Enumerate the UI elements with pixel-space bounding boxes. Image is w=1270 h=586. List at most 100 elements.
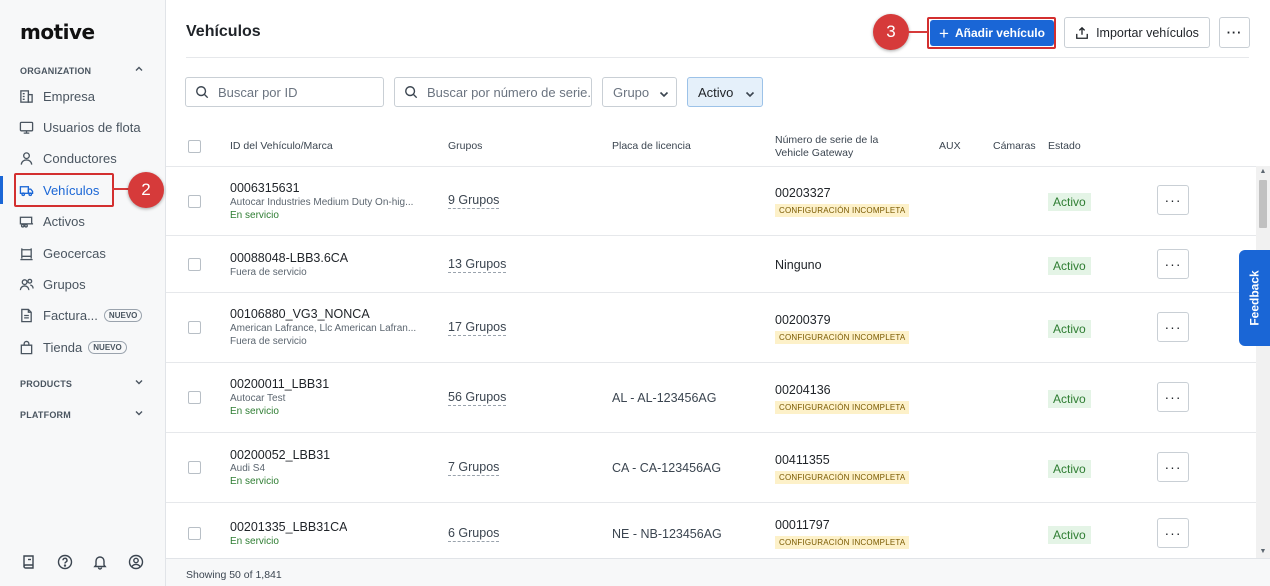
sidebar: motive ORGANIZATION Empresa Usuarios de … — [0, 0, 166, 586]
service-status: En servicio — [230, 476, 279, 487]
groups-link[interactable]: 9 Grupos — [448, 193, 500, 209]
config-warning-badge: CONFIGURACIÓN INCOMPLETA — [775, 204, 910, 217]
row-more-button[interactable]: ··· — [1157, 518, 1189, 548]
sidebar-item-geocercas[interactable]: Geocercas — [16, 240, 150, 266]
person-icon — [18, 150, 34, 166]
column-header-groups[interactable]: Grupos — [448, 140, 482, 153]
row-checkbox[interactable] — [188, 195, 201, 208]
scroll-thumb[interactable] — [1259, 180, 1267, 228]
sidebar-item-grupos[interactable]: Grupos — [16, 271, 150, 297]
vehicle-id[interactable]: 0006315631 — [230, 181, 300, 195]
chevron-down-icon[interactable] — [134, 408, 144, 418]
user-circle-icon[interactable] — [128, 554, 144, 570]
row-more-button[interactable]: ··· — [1157, 452, 1189, 482]
vehicle-make: American Lafrance, Llc American Lafran..… — [230, 323, 417, 334]
monitor-icon — [18, 119, 34, 135]
feedback-tab[interactable]: Feedback — [1239, 250, 1270, 346]
row-checkbox[interactable] — [188, 391, 201, 404]
header-divider — [186, 57, 1249, 58]
row-more-button[interactable]: ··· — [1157, 185, 1189, 215]
search-id-placeholder: Buscar por ID — [218, 84, 298, 100]
vehicle-id[interactable]: 00201335_LBB31CA — [230, 520, 347, 534]
search-serial-placeholder: Buscar por número de serie... — [427, 84, 592, 100]
annotation-step-2: 2 — [128, 172, 164, 208]
status-select[interactable]: Activo — [687, 77, 763, 107]
sidebar-item-activos[interactable]: Activos — [16, 208, 150, 234]
import-vehicles-button[interactable]: Importar vehículos — [1064, 17, 1210, 48]
bell-icon[interactable] — [92, 554, 108, 570]
gateway-serial: 00203327 — [775, 186, 831, 200]
table-footer: Showing 50 of 1,841 — [166, 558, 1270, 586]
trailer-icon — [18, 213, 34, 229]
row-divider — [166, 235, 1256, 236]
groups-link[interactable]: 7 Grupos — [448, 460, 500, 476]
sidebar-item-label: Usuarios de flota — [43, 119, 141, 135]
row-divider — [166, 362, 1256, 363]
row-checkbox[interactable] — [188, 461, 201, 474]
row-more-button[interactable]: ··· — [1157, 312, 1189, 342]
chevron-down-icon[interactable] — [134, 377, 144, 387]
sidebar-item-tienda[interactable]: Tienda NUEVO — [16, 334, 150, 360]
motive-logo[interactable]: motive — [20, 20, 95, 44]
row-checkbox[interactable] — [188, 527, 201, 540]
row-divider — [166, 292, 1256, 293]
groups-link[interactable]: 17 Grupos — [448, 320, 507, 336]
sidebar-item-empresa[interactable]: Empresa — [16, 83, 150, 109]
column-header-plate[interactable]: Placa de licencia — [612, 140, 691, 153]
column-header-cameras[interactable]: Cámaras — [993, 140, 1036, 153]
sidebar-item-label: Grupos — [43, 276, 86, 292]
building-icon — [18, 88, 34, 104]
sidebar-item-usuarios-de-flota[interactable]: Usuarios de flota — [16, 114, 150, 140]
search-serial-input[interactable]: Buscar por número de serie... — [394, 77, 592, 107]
vehicle-id[interactable]: 00200011_LBB31 — [230, 377, 329, 391]
select-all-checkbox[interactable] — [188, 140, 201, 153]
sidebar-item-factura[interactable]: Factura... NUEVO — [16, 302, 150, 328]
column-header-serial[interactable]: Número de serie de la Vehicle Gateway — [775, 134, 900, 160]
column-header-aux[interactable]: AUX — [939, 140, 961, 153]
column-header-id[interactable]: ID del Vehículo/Marca — [230, 140, 333, 153]
row-more-button[interactable]: ··· — [1157, 382, 1189, 412]
scroll-up-arrow-icon[interactable]: ▲ — [1259, 168, 1267, 176]
book-icon[interactable] — [21, 554, 37, 570]
group-select[interactable]: Grupo — [602, 77, 677, 107]
table-header-divider — [166, 166, 1256, 167]
sidebar-item-label: Activos — [43, 213, 85, 229]
groups-link[interactable]: 6 Grupos — [448, 526, 500, 542]
pagination-summary: Showing 50 of 1,841 — [186, 569, 282, 581]
config-warning-badge: CONFIGURACIÓN INCOMPLETA — [775, 471, 910, 484]
sidebar-item-conductores[interactable]: Conductores — [16, 145, 150, 171]
groups-link[interactable]: 56 Grupos — [448, 390, 507, 406]
row-checkbox[interactable] — [188, 258, 201, 271]
vehicle-make: Audi S4 — [230, 463, 266, 474]
vehicle-id[interactable]: 00106880_VG3_NONCA — [230, 307, 370, 321]
table-scrollbar[interactable]: ▲ ▼ — [1256, 166, 1270, 558]
more-options-button[interactable]: ··· — [1219, 17, 1250, 48]
gateway-serial: 00200379 — [775, 313, 831, 327]
groups-link[interactable]: 13 Grupos — [448, 257, 507, 273]
search-id-input[interactable]: Buscar por ID — [185, 77, 384, 107]
scroll-down-arrow-icon[interactable]: ▼ — [1259, 548, 1267, 556]
section-platform[interactable]: PLATFORM — [20, 410, 71, 420]
annotation-connector — [908, 31, 928, 33]
status-badge: Activo — [1048, 193, 1091, 211]
section-organization[interactable]: ORGANIZATION — [20, 66, 91, 76]
status-select-value: Activo — [698, 84, 734, 100]
chevron-up-icon[interactable] — [134, 64, 144, 74]
vehicle-make: Autocar Industries Medium Duty On-hig... — [230, 197, 414, 208]
vehicle-id[interactable]: 00088048-LBB3.6CA — [230, 251, 348, 265]
config-warning-badge: CONFIGURACIÓN INCOMPLETA — [775, 331, 910, 344]
vehicle-make: Autocar Test — [230, 393, 286, 404]
row-checkbox[interactable] — [188, 321, 201, 334]
new-badge: NUEVO — [88, 340, 127, 354]
service-status: Fuera de servicio — [230, 336, 307, 347]
service-status: Fuera de servicio — [230, 267, 307, 278]
chevron-down-icon — [745, 87, 755, 98]
gateway-serial: 00011797 — [775, 518, 830, 532]
new-badge: NUEVO — [103, 308, 143, 322]
row-more-button[interactable]: ··· — [1157, 249, 1189, 279]
vehicle-id[interactable]: 00200052_LBB31 — [230, 448, 330, 462]
help-icon[interactable] — [57, 554, 73, 570]
column-header-status[interactable]: Estado — [1048, 140, 1081, 153]
service-status: En servicio — [230, 536, 279, 547]
section-products[interactable]: PRODUCTS — [20, 379, 72, 389]
